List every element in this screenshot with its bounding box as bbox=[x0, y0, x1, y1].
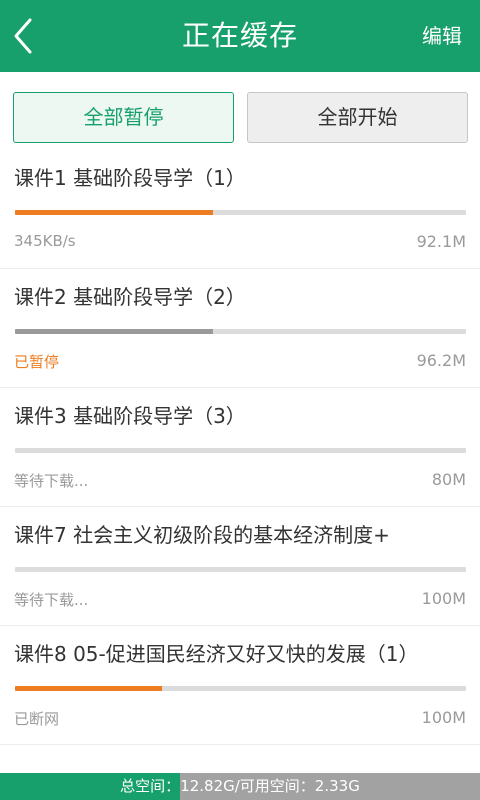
progress-bar bbox=[15, 448, 466, 453]
progress-bar bbox=[15, 567, 466, 572]
pause-all-button[interactable]: 全部暂停 bbox=[13, 92, 234, 143]
download-item[interactable]: 课件1 基础阶段导学（1） 345KB/s 92.1M bbox=[0, 150, 480, 269]
back-button[interactable] bbox=[6, 14, 46, 58]
item-size: 80M bbox=[431, 470, 466, 489]
item-status: 已断网 bbox=[14, 710, 60, 728]
progress-fill bbox=[15, 210, 214, 215]
item-size: 100M bbox=[421, 589, 466, 608]
storage-bar: 总空间：12.82G/可用空间：2.33G bbox=[0, 773, 480, 800]
item-status: 已暂停 bbox=[14, 353, 60, 371]
progress-fill bbox=[15, 686, 162, 691]
item-title: 课件3 基础阶段导学（3） bbox=[14, 404, 246, 428]
start-all-button[interactable]: 全部开始 bbox=[247, 92, 468, 143]
item-size: 100M bbox=[421, 708, 466, 727]
edit-button[interactable]: 编辑 bbox=[422, 0, 462, 72]
download-item[interactable]: 课件7 社会主义初级阶段的基本经济制度+ 等待下载... 100M bbox=[0, 507, 480, 626]
back-arrow-icon bbox=[14, 18, 32, 54]
progress-fill bbox=[15, 329, 214, 334]
page-title: 正在缓存 bbox=[181, 19, 298, 52]
progress-bar bbox=[15, 686, 466, 691]
download-list: 课件1 基础阶段导学（1） 345KB/s 92.1M 课件2 基础阶段导学（2… bbox=[0, 150, 480, 745]
download-item[interactable]: 课件8 05-促进国民经济又好又快的发展（1） 已断网 100M bbox=[0, 626, 480, 745]
item-status: 345KB/s bbox=[14, 232, 76, 250]
download-item[interactable]: 课件3 基础阶段导学（3） 等待下载... 80M bbox=[0, 388, 480, 507]
progress-bar bbox=[15, 210, 466, 215]
item-status: 等待下载... bbox=[14, 591, 89, 609]
title-bar: 正在缓存 编辑 bbox=[0, 0, 480, 72]
item-title: 课件8 05-促进国民经济又好又快的发展（1） bbox=[14, 642, 419, 666]
progress-bar bbox=[15, 329, 466, 334]
item-title: 课件1 基础阶段导学（1） bbox=[14, 166, 246, 190]
bulk-actions: 全部暂停 全部开始 bbox=[13, 92, 468, 143]
item-title: 课件2 基础阶段导学（2） bbox=[14, 285, 246, 309]
item-status: 等待下载... bbox=[14, 472, 89, 490]
download-item[interactable]: 课件2 基础阶段导学（2） 已暂停 96.2M bbox=[0, 269, 480, 388]
item-title: 课件7 社会主义初级阶段的基本经济制度+ bbox=[14, 523, 390, 547]
storage-text: 总空间：12.82G/可用空间：2.33G bbox=[120, 777, 360, 795]
item-size: 96.2M bbox=[416, 351, 466, 370]
item-size: 92.1M bbox=[416, 232, 466, 251]
